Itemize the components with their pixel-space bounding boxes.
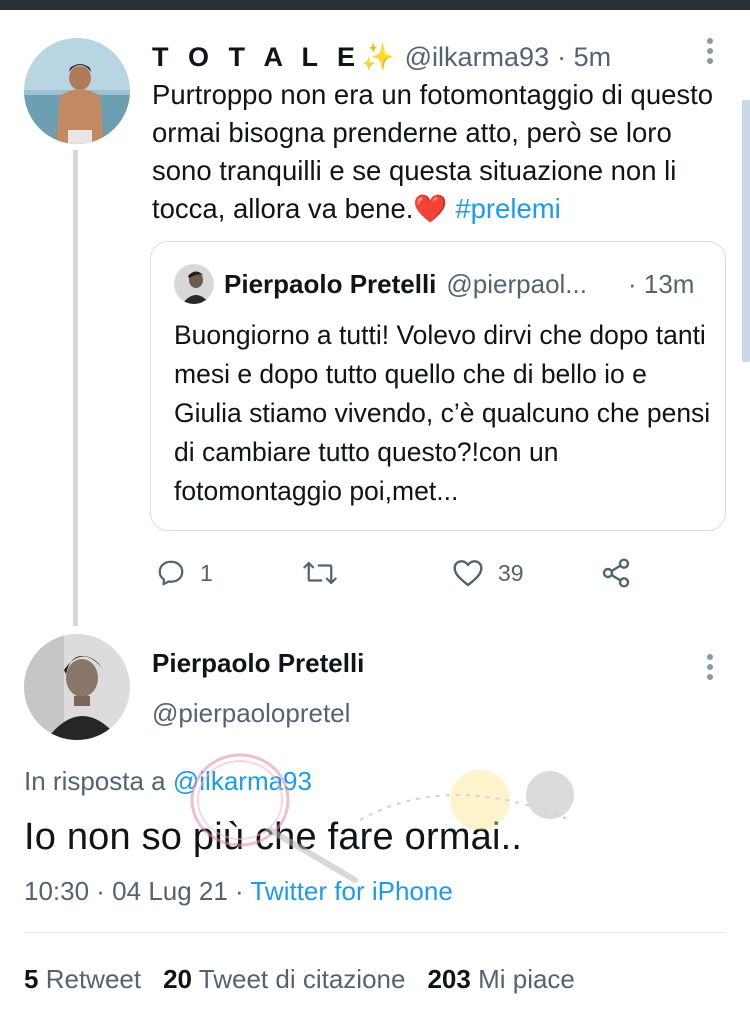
share-action[interactable] — [600, 556, 646, 590]
heart-emoji: ❤️ — [413, 193, 448, 224]
display-name[interactable]: T O T A L E — [152, 42, 361, 73]
thread-line — [73, 150, 78, 626]
retweet-action[interactable] — [302, 556, 352, 590]
tweet-text: Purtroppo non era un fotomontaggio di qu… — [152, 76, 732, 228]
scrollbar[interactable] — [742, 100, 750, 362]
quoted-avatar[interactable] — [174, 264, 214, 304]
like-action[interactable]: 39 — [452, 556, 524, 590]
retweet-icon — [303, 561, 337, 585]
engagement-stats: 5 Retweet 20 Tweet di citazione 203 Mi pia… — [24, 964, 575, 995]
tweet-header: T O T A L E ✨ @ilkarma93 · 5m — [152, 38, 611, 76]
reply-handle-link[interactable]: @ilkarma93 — [173, 766, 312, 796]
handle[interactable]: @pierpaolopretel — [152, 698, 350, 729]
quoted-header: Pierpaolo Pretelli @pierpaol... — [224, 266, 587, 302]
display-name[interactable]: Pierpaolo Pretelli — [152, 648, 364, 679]
timestamp[interactable]: · 5m — [557, 42, 611, 73]
likes-stat[interactable]: 203 Mi piace — [427, 964, 574, 994]
timestamp[interactable]: 10:30 · 04 Lug 21 · — [24, 876, 244, 906]
handle[interactable]: @ilkarma93 — [405, 42, 549, 73]
quotes-stat[interactable]: 20 Tweet di citazione — [163, 964, 405, 994]
like-icon — [453, 560, 483, 587]
avatar[interactable] — [24, 38, 130, 144]
quoted-name[interactable]: Pierpaolo Pretelli — [224, 269, 436, 300]
share-icon — [602, 558, 630, 588]
source-link[interactable]: Twitter for iPhone — [250, 876, 452, 906]
reply-prefix: In risposta a — [24, 766, 166, 796]
quoted-text: Buongiorno a tutti! Volevo dirvi che dop… — [174, 320, 711, 506]
reply-context: In risposta a @ilkarma93 — [24, 766, 312, 797]
quoted-timestamp: · 13m — [628, 268, 695, 299]
sparkle-emoji: ✨ — [361, 42, 395, 72]
divider — [24, 932, 726, 933]
like-count: 39 — [498, 559, 524, 586]
more-vertical-icon[interactable] — [706, 38, 714, 66]
status-bar — [0, 0, 750, 10]
reply-count: 1 — [200, 559, 213, 586]
tweet-meta: 10:30 · 04 Lug 21 · Twitter for iPhone — [24, 876, 453, 907]
more-vertical-icon[interactable] — [706, 654, 714, 682]
reply-action[interactable]: 1 — [156, 556, 213, 590]
reply-icon — [158, 560, 184, 586]
hashtag-link[interactable]: #prelemi — [455, 193, 560, 224]
tweet-text: Io non so più che fare ormai.. — [24, 816, 523, 858]
retweets-stat[interactable]: 5 Retweet — [24, 964, 141, 994]
avatar[interactable] — [24, 634, 130, 740]
quoted-handle[interactable]: @pierpaol... — [446, 269, 587, 300]
